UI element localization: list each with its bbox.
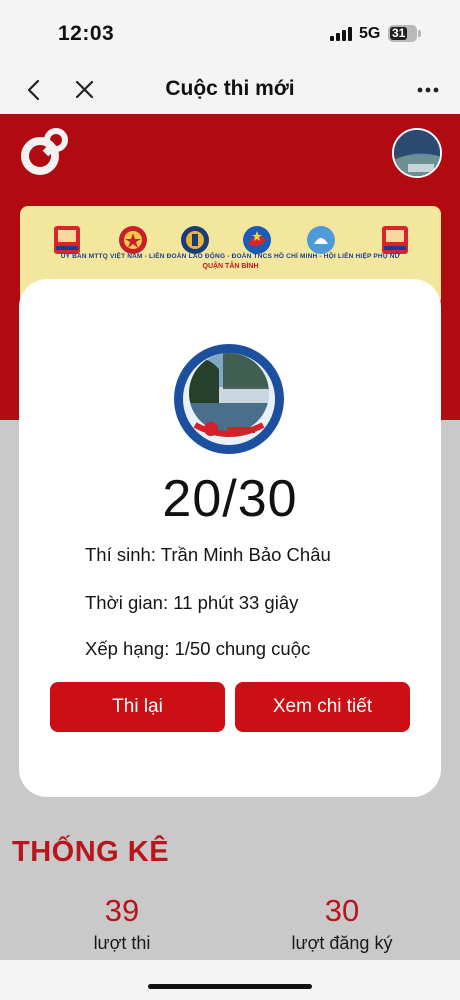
stat-label: lượt đăng ký [291, 933, 393, 953]
status-bar: 12:03 5G 31 [0, 0, 460, 66]
stat-label: lượt thi [93, 933, 151, 953]
stats-title: THỐNG KÊ [12, 836, 170, 868]
score: 20/30 [162, 470, 298, 528]
contestant-name: Thí sinh: Trần Minh Bảo Châu [85, 544, 331, 565]
battery-level: 31 [392, 26, 406, 40]
more-icon [417, 87, 439, 93]
banner-organizers: ỦY BAN MTTQ VIỆT NAM - LIÊN ĐOÀN LAO ĐỘN… [60, 253, 401, 260]
result-card: 20/30 Thí sinh: Trần Minh Bảo Châu Thời … [19, 279, 441, 797]
view-details-button[interactable]: Xem chi tiết [235, 682, 410, 732]
app-logo-icon[interactable] [18, 126, 70, 178]
status-time: 12:03 [58, 22, 115, 45]
retry-button[interactable]: Thi lại [50, 682, 225, 732]
stat-value: 39 [104, 893, 140, 928]
battery-icon: 31 [388, 25, 421, 42]
avatar[interactable] [392, 128, 442, 178]
page-title: Cuộc thi mới [165, 77, 295, 100]
banner-district: QUẬN TÂN BÌNH [202, 263, 259, 270]
bottom-bar [0, 960, 460, 1000]
more-button[interactable] [410, 76, 446, 104]
nav-bar: Cuộc thi mới [0, 66, 460, 114]
signal-icon [330, 27, 352, 41]
ranking: Xếp hạng: 1/50 chung cuộc [85, 638, 311, 659]
stat-attempts: 39 lượt thi [42, 893, 202, 954]
elapsed-time: Thời gian: 11 phút 33 giây [85, 592, 299, 613]
home-indicator[interactable] [148, 984, 312, 989]
contest-logo [173, 343, 285, 455]
network-type: 5G [359, 25, 381, 42]
stat-registrations: 30 lượt đăng ký [262, 893, 422, 954]
stat-value: 30 [324, 893, 360, 928]
